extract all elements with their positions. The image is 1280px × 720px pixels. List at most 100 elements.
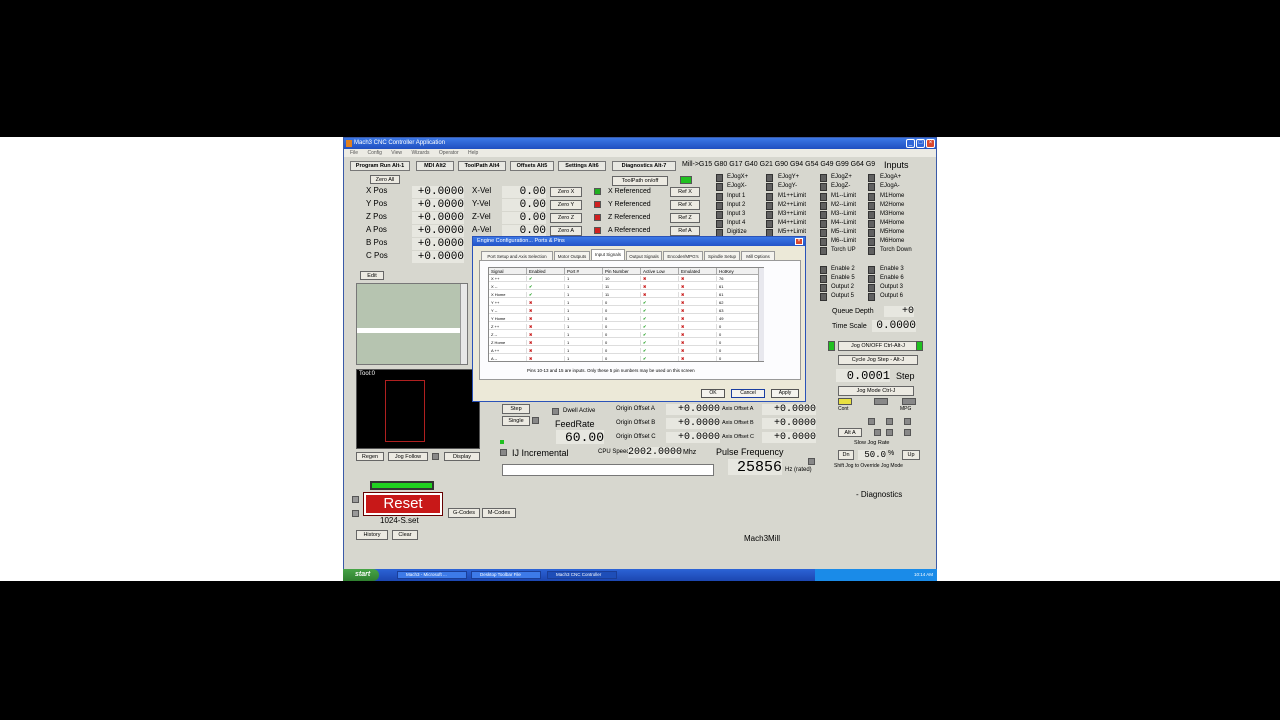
jog-step-value[interactable]: 0.0001 (836, 369, 890, 383)
grid-cell[interactable]: 0 (603, 356, 641, 361)
single-button[interactable]: Single (502, 416, 530, 426)
menu-file[interactable]: File (350, 150, 358, 156)
x-pos-dro[interactable]: +0.0000 (412, 186, 464, 198)
grid-cell[interactable]: Z ++ (489, 324, 527, 330)
grid-cell[interactable]: 1 (565, 308, 603, 314)
dialog-close-icon[interactable]: × (795, 238, 803, 245)
tab-mdi[interactable]: MDI Alt2 (416, 161, 454, 171)
taskbar-item-2[interactable]: Desktop Toolbar File (471, 571, 541, 579)
jog-follow-button[interactable]: Jog Follow (388, 452, 428, 461)
ref-a-button[interactable]: Ref A (670, 226, 700, 236)
grid-cell[interactable]: Y Home (489, 316, 527, 322)
grid-cell[interactable]: 1 (565, 340, 603, 346)
start-button[interactable]: start (343, 569, 379, 581)
grid-cell[interactable]: 1 (565, 284, 603, 290)
cross-icon[interactable]: ✖ (527, 308, 565, 314)
grid-cell[interactable]: 0 (717, 332, 761, 338)
menu-view[interactable]: View (391, 150, 402, 156)
zero-y-button[interactable]: Zero Y (550, 200, 582, 210)
taskbar-item-3[interactable]: Mach3 CNC Controller (547, 571, 617, 579)
close-icon[interactable]: × (926, 139, 935, 148)
g-codes-button[interactable]: G-Codes (448, 508, 480, 518)
grid-cell[interactable]: 0 (603, 316, 641, 322)
grid-cell[interactable]: 11 (603, 284, 641, 290)
check-icon[interactable]: ✔ (641, 300, 679, 306)
grid-cell[interactable]: 1 (565, 348, 603, 354)
menu-wizards[interactable]: Wizards (411, 150, 429, 156)
ref-z-button[interactable]: Ref Z (670, 213, 700, 223)
cross-icon[interactable]: ✖ (527, 348, 565, 354)
cross-icon[interactable]: ✖ (679, 316, 717, 322)
grid-cell[interactable]: 0 (717, 348, 761, 354)
history-button[interactable]: History (356, 530, 388, 540)
grid-cell[interactable]: A ++ (489, 348, 527, 354)
grid-cell[interactable]: 49 (717, 316, 761, 322)
zero-a-button[interactable]: Zero A (550, 226, 582, 236)
grid-cell[interactable]: 1 (565, 332, 603, 338)
cross-icon[interactable]: ✖ (527, 316, 565, 322)
grid-cell[interactable]: A -- (489, 356, 527, 361)
check-icon[interactable]: ✔ (641, 324, 679, 330)
toolpath-on-off-button[interactable]: ToolPath on/off (612, 176, 668, 186)
cross-icon[interactable]: ✖ (641, 292, 679, 298)
grid-cell[interactable]: 0 (717, 324, 761, 330)
cross-icon[interactable]: ✖ (679, 356, 717, 361)
apply-button[interactable]: Apply (771, 389, 799, 398)
check-icon[interactable]: ✔ (641, 356, 679, 361)
tab-output-signals[interactable]: Output Signals (626, 251, 662, 260)
reset-button[interactable]: Reset (363, 492, 443, 516)
menu-config[interactable]: Config (367, 150, 381, 156)
grid-cell[interactable]: 1 (565, 356, 603, 361)
menu-help[interactable]: Help (468, 150, 478, 156)
grid-cell[interactable]: 1 (565, 276, 603, 282)
input-signals-grid[interactable]: Signal Enabled Port # Pin Number Active Low E… (488, 267, 764, 362)
c-pos-dro[interactable]: +0.0000 (412, 251, 464, 263)
taskbar-item-1[interactable]: Mach3 - Microsoft ... (397, 571, 467, 579)
display-button[interactable]: Display (444, 452, 480, 461)
cross-icon[interactable]: ✖ (527, 300, 565, 306)
grid-cell[interactable]: 0 (603, 324, 641, 330)
clear-button[interactable]: Clear (392, 530, 418, 540)
grid-cell[interactable]: 1 (565, 316, 603, 322)
zero-all-button[interactable]: Zero All (370, 175, 400, 184)
toolpath-display[interactable]: Tool:0 (356, 369, 480, 449)
check-icon[interactable]: ✔ (527, 276, 565, 282)
z-pos-dro[interactable]: +0.0000 (412, 212, 464, 224)
grid-cell[interactable]: Y -- (489, 308, 527, 314)
cross-icon[interactable]: ✖ (641, 276, 679, 282)
grid-cell[interactable]: 1 (565, 324, 603, 330)
cancel-button[interactable]: Cancel (731, 389, 765, 398)
cross-icon[interactable]: ✖ (679, 292, 717, 298)
grid-cell[interactable]: 1 (565, 300, 603, 306)
tab-settings[interactable]: Settings Alt6 (558, 161, 606, 171)
grid-cell[interactable]: 1 (565, 292, 603, 298)
cross-icon[interactable]: ✖ (679, 332, 717, 338)
ok-button[interactable]: OK (701, 389, 725, 398)
grid-cell[interactable]: Z Home (489, 340, 527, 346)
grid-cell[interactable]: 61 (717, 284, 761, 290)
grid-cell[interactable]: 0 (603, 332, 641, 338)
maximize-icon[interactable]: □ (916, 139, 925, 148)
cycle-jog-step-button[interactable]: Cycle Jog Step - Alt-J (838, 355, 918, 365)
grid-cell[interactable]: 63 (717, 308, 761, 314)
grid-cell[interactable]: 10 (603, 276, 641, 282)
slow-jog-value[interactable]: 50.0 (858, 450, 886, 460)
slow-jog-down-button[interactable]: Dn (838, 450, 854, 460)
cross-icon[interactable]: ✖ (527, 340, 565, 346)
tab-motor-outputs[interactable]: Motor Outputs (554, 251, 590, 260)
b-pos-dro[interactable]: +0.0000 (412, 238, 464, 250)
m-codes-button[interactable]: M-Codes (482, 508, 516, 518)
cross-icon[interactable]: ✖ (679, 324, 717, 330)
tab-program-run[interactable]: Program Run Alt-1 (350, 161, 410, 171)
grid-cell[interactable]: Z -- (489, 332, 527, 338)
cross-icon[interactable]: ✖ (527, 332, 565, 338)
y-pos-dro[interactable]: +0.0000 (412, 199, 464, 211)
grid-cell[interactable]: 0 (603, 348, 641, 354)
ref-x-button[interactable]: Ref X (670, 187, 700, 197)
tab-encoder-mpg[interactable]: Encoder/MPG's (663, 251, 703, 260)
grid-cell[interactable]: 0 (603, 308, 641, 314)
check-icon[interactable]: ✔ (641, 332, 679, 338)
cross-icon[interactable]: ✖ (527, 324, 565, 330)
grid-cell[interactable]: 0 (717, 340, 761, 346)
check-icon[interactable]: ✔ (641, 348, 679, 354)
